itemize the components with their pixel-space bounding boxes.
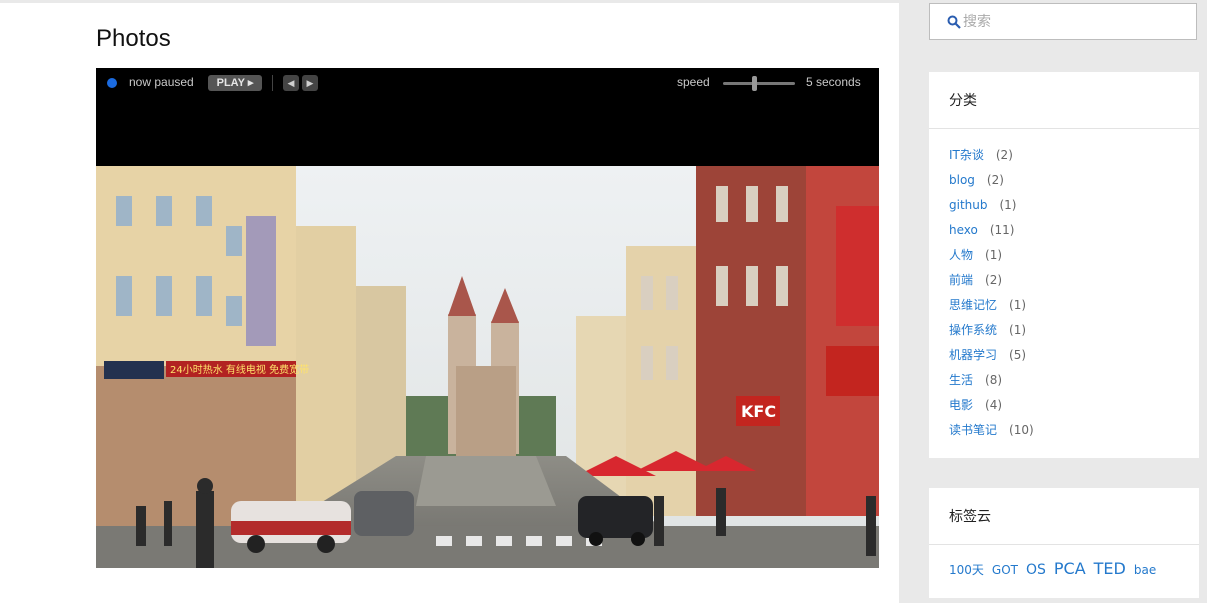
category-item: hexo (11) [949,218,1199,243]
category-link[interactable]: 前端 [949,273,973,287]
category-link[interactable]: IT杂谈 [949,148,984,162]
category-count: (2) [995,148,1013,162]
play-icon: ▸ [247,77,254,89]
slideshow-controls: now paused PLAY ▸ ◀ ▶ speed 5 seconds [96,68,879,98]
category-item: 生活 (8) [949,368,1199,393]
tag-link[interactable]: TED [1094,559,1126,578]
category-item: 操作系统 (1) [949,318,1199,343]
search-icon [947,15,961,29]
category-item: 前端 (2) [949,268,1199,293]
category-link[interactable]: blog [949,173,975,187]
categories-widget: 分类 IT杂谈 (2) blog (2) github (1) hexo (11) 人物 (1) 前… [929,72,1199,458]
categories-title: 分类 [929,72,1199,129]
slideshow: now paused PLAY ▸ ◀ ▶ speed 5 seconds 24… [96,68,879,568]
svg-text:KFC: KFC [741,402,776,421]
speed-slider[interactable] [723,76,795,91]
play-label: PLAY [216,77,245,89]
tag-cloud-title: 标签云 [929,488,1199,545]
category-item: 机器学习 (5) [949,343,1199,368]
category-count: (8) [985,373,1003,387]
category-list: IT杂谈 (2) blog (2) github (1) hexo (11) 人物 (1) 前端 (2… [929,129,1199,443]
tag-link[interactable]: bae [1134,563,1156,577]
category-count: (1) [1009,298,1027,312]
controls-divider [272,75,273,91]
tag-link[interactable]: 100天 [949,563,984,577]
category-item: 电影 (4) [949,393,1199,418]
search-input[interactable] [963,12,1183,32]
category-link[interactable]: 操作系统 [949,323,997,337]
tag-link[interactable]: GOT [992,563,1018,577]
status-indicator-icon [107,78,117,88]
search-box[interactable] [929,3,1197,40]
category-link[interactable]: 读书笔记 [949,423,997,437]
category-link[interactable]: 思维记忆 [949,298,997,312]
category-count: (5) [1009,348,1027,362]
svg-text:24小时热水 有线电视 免费宽带: 24小时热水 有线电视 免费宽带 [170,363,309,376]
main-content: Photos now paused PLAY ▸ ◀ ▶ speed 5 sec… [0,3,899,603]
tag-link[interactable]: PCA [1054,559,1086,578]
street-photo-image: 24小时热水 有线电视 免费宽带 KFC [96,166,879,568]
category-item: 思维记忆 (1) [949,293,1199,318]
category-item: blog (2) [949,168,1199,193]
category-link[interactable]: 人物 [949,248,973,262]
category-count: (1) [999,198,1017,212]
chevron-right-icon: ▶ [306,78,314,88]
previous-button[interactable]: ◀ [283,75,299,91]
category-link[interactable]: hexo [949,223,978,237]
speed-label: speed [677,75,710,89]
category-link[interactable]: github [949,198,987,212]
speed-value: 5 seconds [806,75,861,89]
slideshow-status: now paused [129,75,194,89]
category-link[interactable]: 机器学习 [949,348,997,362]
category-count: (2) [986,173,1004,187]
category-link[interactable]: 生活 [949,373,973,387]
category-item: github (1) [949,193,1199,218]
speed-slider-thumb[interactable] [751,76,757,91]
category-count: (11) [989,223,1015,237]
category-item: 读书笔记 (10) [949,418,1199,443]
page-title: Photos [96,25,171,52]
slideshow-photo[interactable]: 24小时热水 有线电视 免费宽带 KFC [96,166,879,568]
category-link[interactable]: 电影 [949,398,973,412]
tag-link[interactable]: OS [1026,562,1046,578]
category-count: (4) [985,398,1003,412]
category-count: (2) [985,273,1003,287]
tag-cloud: 100天 GOT OS PCA TED bae [929,545,1199,578]
tag-cloud-widget: 标签云 100天 GOT OS PCA TED bae [929,488,1199,598]
chevron-left-icon: ◀ [287,78,295,88]
category-item: IT杂谈 (2) [949,143,1199,168]
category-count: (10) [1009,423,1034,437]
category-count: (1) [985,248,1003,262]
category-count: (1) [1009,323,1027,337]
next-button[interactable]: ▶ [302,75,318,91]
play-button[interactable]: PLAY ▸ [208,75,262,91]
category-item: 人物 (1) [949,243,1199,268]
